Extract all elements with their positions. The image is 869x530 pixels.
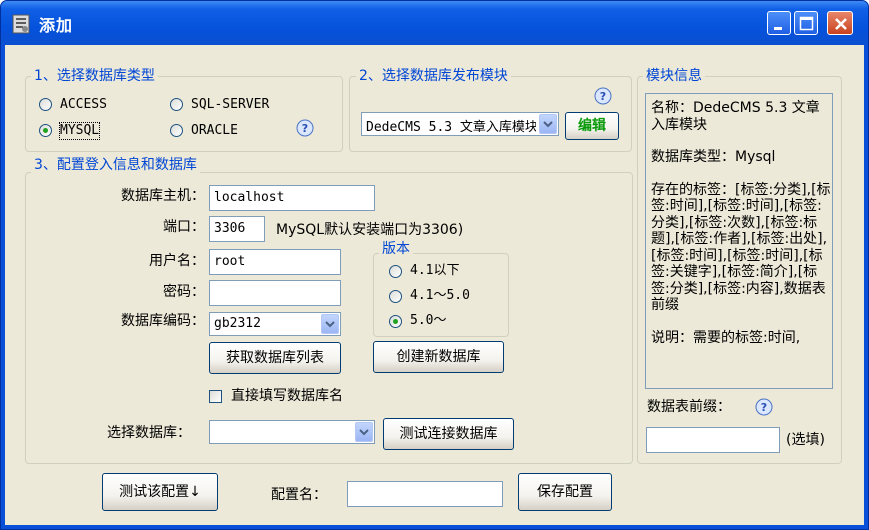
- help-icon-prefix[interactable]: ?: [755, 398, 773, 416]
- window-title: 添加: [39, 16, 74, 35]
- test-config-button[interactable]: 测试该配置↓: [102, 473, 218, 511]
- radio-version-below-41[interactable]: [389, 265, 402, 278]
- direct-write-checkbox[interactable]: [209, 390, 222, 403]
- save-config-button[interactable]: 保存配置: [518, 473, 612, 511]
- info-note-line: 说明：需要的标签:时间,: [651, 329, 801, 346]
- chevron-down-icon[interactable]: [355, 422, 373, 442]
- create-db-button[interactable]: 创建新数据库: [373, 341, 504, 373]
- minimize-button[interactable]: [767, 11, 791, 35]
- chevron-down-icon[interactable]: [539, 114, 557, 134]
- title-bar[interactable]: 添加: [1, 1, 868, 45]
- maximize-icon: [799, 16, 814, 31]
- radio-mysql[interactable]: [39, 124, 52, 137]
- dialog-client: 1、选择数据库类型 ACCESS SQL-SERVER MYSQL ORACLE…: [5, 45, 864, 525]
- minimize-icon: [774, 27, 782, 30]
- radio-access[interactable]: [39, 98, 52, 111]
- help-icon-module[interactable]: ?: [594, 87, 612, 105]
- config-name-input[interactable]: [347, 481, 503, 507]
- host-input[interactable]: localhost: [209, 185, 375, 211]
- radio-sql-server[interactable]: [170, 98, 183, 111]
- port-label: 端口：: [163, 219, 205, 235]
- direct-write-label[interactable]: 直接填写数据库名: [231, 388, 343, 404]
- radio-mysql-label[interactable]: MYSQL: [58, 122, 101, 140]
- info-tags-line: 存在的标签：[标签:分类],[标签:时间],[标签:时间],[标签:分类],[标…: [651, 181, 831, 314]
- password-input[interactable]: [209, 280, 341, 306]
- radio-version-41-50[interactable]: [389, 290, 402, 303]
- chevron-down-icon[interactable]: [321, 314, 339, 334]
- radio-version-50-up-label[interactable]: 5.0～: [410, 313, 446, 329]
- radio-sql-server-label[interactable]: SQL-SERVER: [191, 97, 269, 113]
- info-dbtype-line: 数据库类型：Mysql: [651, 149, 776, 165]
- edit-module-button[interactable]: 编辑: [565, 112, 619, 140]
- module-select[interactable]: DedeCMS 5.3 文章入库模块: [361, 112, 559, 136]
- module-info-legend: 模块信息: [643, 68, 705, 84]
- user-label: 用户名：: [149, 253, 205, 269]
- table-prefix-input[interactable]: [646, 427, 780, 453]
- radio-version-41-50-label[interactable]: 4.1～5.0: [410, 288, 470, 304]
- module-legend: 2、选择数据库发布模块: [356, 68, 511, 84]
- module-select-value: DedeCMS 5.3 文章入库模块: [366, 120, 536, 135]
- svg-text:?: ?: [302, 122, 308, 135]
- port-hint: MySQL默认安装端口为3306): [276, 222, 464, 238]
- config-name-label: 配置名：: [271, 487, 327, 503]
- password-label: 密码：: [163, 284, 205, 300]
- app-icon: [12, 14, 30, 34]
- close-button[interactable]: [827, 11, 853, 35]
- svg-text:?: ?: [761, 401, 767, 414]
- radio-version-below-41-label[interactable]: 4.1以下: [410, 263, 459, 279]
- radio-oracle[interactable]: [170, 124, 183, 137]
- radio-oracle-label[interactable]: ORACLE: [191, 123, 238, 139]
- help-icon-db-type[interactable]: ?: [296, 119, 314, 137]
- encoding-select[interactable]: gb2312: [209, 312, 341, 336]
- host-label: 数据库主机：: [121, 188, 205, 204]
- version-legend: 版本: [379, 241, 413, 257]
- table-prefix-label: 数据表前缀：: [647, 399, 731, 415]
- table-prefix-hint: (选填): [786, 432, 825, 448]
- close-icon: [835, 18, 847, 30]
- config-legend: 3、配置登入信息和数据库: [31, 157, 200, 173]
- select-db-label: 选择数据库：: [107, 425, 191, 441]
- info-name-line: 名称：DedeCMS 5.3 文章入库模块: [651, 100, 820, 133]
- module-info-text: 名称：DedeCMS 5.3 文章入库模块 数据库类型：Mysql 存在的标签：…: [645, 93, 833, 389]
- svg-text:?: ?: [600, 90, 606, 103]
- port-input[interactable]: 3306: [209, 216, 265, 242]
- encoding-label: 数据库编码：: [121, 313, 205, 329]
- select-db-combo[interactable]: [209, 420, 375, 444]
- fetch-db-list-button[interactable]: 获取数据库列表: [209, 342, 341, 374]
- test-connection-button[interactable]: 测试连接数据库: [383, 418, 514, 450]
- user-input[interactable]: root: [209, 249, 341, 275]
- db-type-group: [25, 76, 343, 152]
- encoding-select-value: gb2312: [214, 316, 261, 331]
- radio-version-50-up[interactable]: [389, 315, 402, 328]
- dialog-window: 添加 1、选择数据库类型 ACCESS SQL-SERVER MYSQL ORA…: [0, 0, 869, 530]
- db-type-legend: 1、选择数据库类型: [31, 68, 158, 84]
- maximize-button[interactable]: [794, 11, 818, 35]
- radio-access-label[interactable]: ACCESS: [60, 97, 107, 113]
